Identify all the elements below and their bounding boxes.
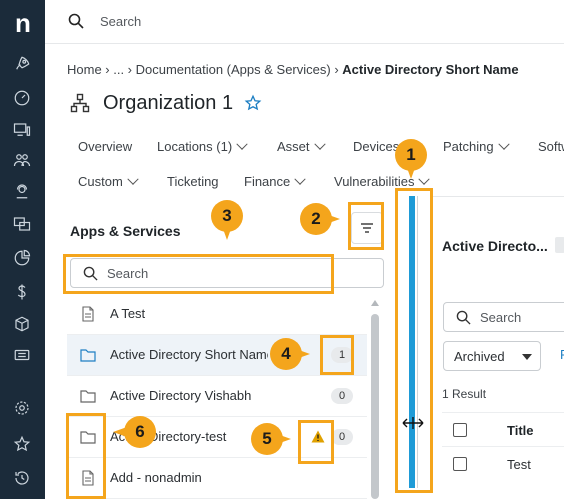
breadcrumb-current: Active Directory Short Name <box>342 62 519 77</box>
count-badge: 0 <box>331 429 353 445</box>
tab-devices[interactable]: Devices <box>353 139 399 154</box>
highlight-box-1 <box>395 188 433 493</box>
column-title[interactable]: Title <box>507 423 534 438</box>
callout-number: 3 <box>222 206 232 225</box>
count-badge: 0 <box>331 388 353 404</box>
result-count: 1 Result <box>442 387 487 401</box>
highlight-box-4 <box>320 335 354 375</box>
detail-search-placeholder: Search <box>480 310 522 325</box>
users-icon[interactable] <box>12 150 32 170</box>
row-checkbox[interactable] <box>453 457 467 471</box>
star-icon[interactable] <box>12 434 32 454</box>
user-support-icon[interactable] <box>12 181 32 201</box>
chevron-down-icon <box>418 173 431 185</box>
callout-5: 5 <box>251 423 291 455</box>
select-all-checkbox[interactable] <box>453 423 467 437</box>
chevron-down-icon <box>313 138 326 150</box>
tab-patching[interactable]: Patching <box>443 138 510 154</box>
detail-panel: Active Directo... Search Archived F 1 Re… <box>430 196 564 499</box>
callout-4: 4 <box>270 338 310 370</box>
callout-number: 6 <box>135 422 145 441</box>
tab-locations[interactable]: Locations (1) <box>157 138 248 154</box>
tab-custom[interactable]: Custom <box>78 173 139 189</box>
tab-overview[interactable]: Overview <box>78 139 132 154</box>
apps-panel-title: Apps & Services <box>70 223 181 239</box>
callout-number: 4 <box>281 344 291 363</box>
highlight-box-3 <box>63 254 334 294</box>
document-icon <box>82 306 94 322</box>
callout-number: 2 <box>311 209 321 228</box>
chevron-down-icon <box>497 138 510 150</box>
breadcrumb: Home › ... › Documentation (Apps & Servi… <box>67 62 519 77</box>
search-icon <box>68 13 84 29</box>
list-item-label: Active Directory Vishabh <box>110 388 252 403</box>
cube-icon[interactable] <box>12 314 32 334</box>
list-item[interactable]: Add - nonadmin <box>67 458 367 499</box>
detail-title: Active Directo... <box>442 238 548 254</box>
apps-list-scrollbar[interactable] <box>371 300 379 499</box>
list-item[interactable]: Active Directory Vishabh 0 <box>67 376 367 417</box>
rocket-icon[interactable] <box>12 54 32 74</box>
callout-pointer <box>222 226 232 240</box>
tab-patching-label: Patching <box>443 139 494 154</box>
side-navigation: n <box>0 0 45 499</box>
folder-icon <box>80 390 96 403</box>
detail-link[interactable]: F <box>560 347 564 362</box>
tab-vulnerabilities-label: Vulnerabilities <box>334 174 415 189</box>
chevron-down-icon <box>127 173 139 185</box>
folder-icon <box>80 349 96 362</box>
breadcrumb-path[interactable]: Home › ... › Documentation (Apps & Servi… <box>67 62 339 77</box>
tab-asset-label: Asset <box>277 139 310 154</box>
callout-1: 1 <box>395 139 427 179</box>
list-item-label: Active Directory Short Name <box>110 347 268 362</box>
table-header: Title <box>442 412 564 447</box>
list-item-label: Add - nonadmin <box>110 470 202 485</box>
dashboard-icon[interactable] <box>12 88 32 108</box>
ticket-icon[interactable] <box>12 345 32 365</box>
callout-6: 6 <box>113 416 156 448</box>
screens-icon[interactable] <box>12 214 32 234</box>
dollar-icon[interactable] <box>12 282 32 302</box>
scroll-up-icon[interactable] <box>371 300 379 306</box>
archived-filter-dropdown[interactable]: Archived <box>443 341 541 371</box>
settings-icon[interactable] <box>12 398 32 418</box>
tab-software[interactable]: Softw <box>538 139 564 154</box>
pie-chart-icon[interactable] <box>12 248 32 268</box>
scrollbar-thumb[interactable] <box>371 314 379 499</box>
caret-down-icon <box>522 354 532 360</box>
highlight-box-6 <box>66 413 106 499</box>
chevron-down-icon <box>294 173 306 185</box>
list-item[interactable]: A Test <box>67 294 367 335</box>
favorite-star-icon[interactable] <box>244 94 262 112</box>
highlight-box-2 <box>348 202 384 250</box>
search-icon <box>456 310 471 325</box>
organization-icon <box>70 93 90 113</box>
row-title[interactable]: Test <box>507 457 531 472</box>
tab-finance[interactable]: Finance <box>244 173 306 189</box>
page-title: Organization 1 <box>103 91 234 114</box>
callout-number: 1 <box>406 145 416 164</box>
page-header: Organization 1 <box>70 90 262 116</box>
table-row[interactable]: Test <box>442 447 564 482</box>
tab-locations-label: Locations (1) <box>157 139 233 154</box>
top-bar: Search <box>45 0 564 44</box>
tab-ticketing[interactable]: Ticketing <box>167 174 219 189</box>
callout-2: 2 <box>300 203 340 235</box>
tab-finance-label: Finance <box>244 174 291 189</box>
ninja-logo[interactable]: n <box>11 10 35 36</box>
detail-search-input[interactable]: Search <box>443 302 564 332</box>
detail-tag <box>555 237 564 253</box>
highlight-box-5 <box>298 420 334 464</box>
list-item-label: A Test <box>110 306 146 321</box>
callout-number: 5 <box>262 429 272 448</box>
tab-asset[interactable]: Asset <box>277 138 326 154</box>
global-search-input[interactable]: Search <box>100 14 141 29</box>
callout-3: 3 <box>211 200 243 240</box>
devices-icon[interactable] <box>12 120 32 140</box>
callout-pointer <box>406 165 416 179</box>
history-icon[interactable] <box>12 468 32 488</box>
chevron-down-icon <box>236 138 248 150</box>
tab-custom-label: Custom <box>78 174 123 189</box>
dropdown-value: Archived <box>454 349 505 364</box>
